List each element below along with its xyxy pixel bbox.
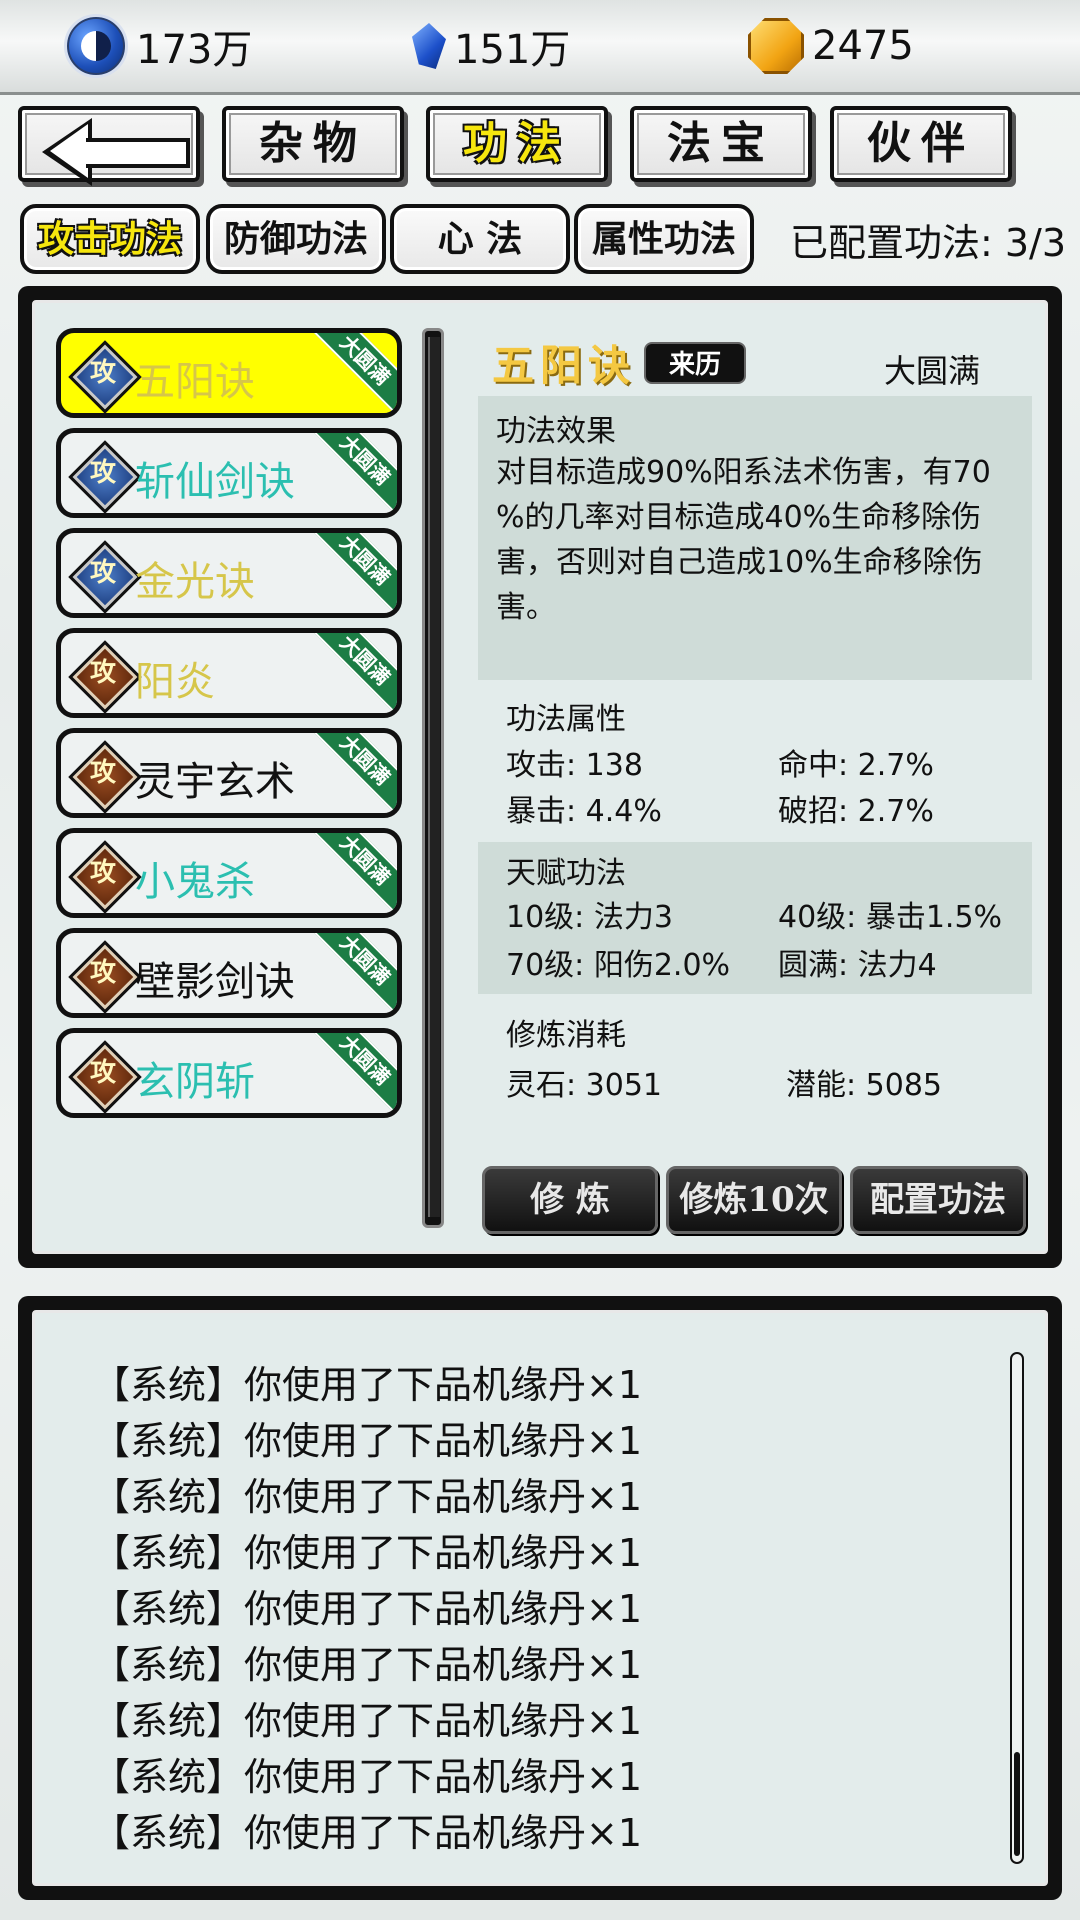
effect-line: 对目标造成90%阳系法术伤害，有70 (496, 455, 991, 490)
effect-text: 对目标造成90%阳系法术伤害，有70 %的几率对目标造成40%生命移除伤 害，否… (496, 450, 1014, 630)
log-line: 【系统】你使用了下品机缘丹×1 (92, 1419, 643, 1463)
taiji-icon (64, 14, 128, 78)
skill-list-item[interactable]: 攻阳炎 大圆满 (56, 628, 402, 718)
cost-potential: 潜能: 5085 (786, 1068, 942, 1103)
log-line: 【系统】你使用了下品机缘丹×1 (92, 1699, 643, 1743)
skill-name: 灵宇玄术 (135, 759, 295, 805)
equip-skill-button[interactable]: 配置功法 (850, 1166, 1026, 1234)
mastery-badge: 大圆满 (310, 1033, 397, 1113)
subtab-attack[interactable]: 攻击功法 (20, 204, 200, 274)
log-line: 【系统】你使用了下品机缘丹×1 (92, 1531, 643, 1575)
effect-heading: 功法效果 (496, 414, 616, 449)
attr-crit: 暴击: 4.4% (506, 794, 662, 829)
log-line: 【系统】你使用了下品机缘丹×1 (92, 1811, 643, 1855)
skill-level: 大圆满 (884, 352, 981, 390)
effect-section: 功法效果 对目标造成90%阳系法术伤害，有70 %的几率对目标造成40%生命移除… (478, 396, 1032, 680)
attack-icon-glyph: 攻 (89, 658, 116, 688)
log-line: 【系统】你使用了下品机缘丹×1 (92, 1363, 643, 1407)
spirit-value: 173万 (136, 27, 253, 73)
attack-icon-glyph: 攻 (89, 958, 116, 988)
back-arrow-icon-shaft (86, 138, 190, 168)
skill-list-item[interactable]: 攻灵宇玄术 大圆满 (56, 728, 402, 818)
crystal-resource: 151万 (412, 14, 570, 78)
effect-line: %的几率对目标造成40%生命移除伤 (496, 500, 982, 535)
subtab-attribute[interactable]: 属性功法 (574, 204, 754, 274)
log-line: 【系统】你使用了下品机缘丹×1 (92, 1643, 643, 1687)
configured-count: 已配置功法: 3/3 (790, 221, 1067, 265)
gold-ingot-icon (748, 18, 804, 74)
skill-list-item[interactable]: 攻金光诀 大圆满 (56, 528, 402, 618)
cost-section: 修炼消耗 灵石: 3051 潜能: 5085 (478, 1000, 1032, 1110)
log-line: 【系统】你使用了下品机缘丹×1 (92, 1475, 643, 1519)
skill-list-scroll-thumb[interactable] (428, 337, 440, 1217)
attack-icon-glyph: 攻 (89, 1058, 116, 1088)
mastery-badge: 大圆满 (310, 333, 397, 413)
talent-40: 40级: 暴击1.5% (778, 900, 1003, 935)
skill-name: 阳炎 (135, 659, 215, 705)
attr-attack: 攻击: 138 (506, 748, 643, 783)
back-button[interactable] (18, 106, 200, 186)
log-line: 【系统】你使用了下品机缘丹×1 (92, 1755, 643, 1799)
skill-name: 五阳诀 (135, 359, 255, 405)
skill-list-scrollbar[interactable] (422, 328, 444, 1228)
log-scrollbar[interactable] (1010, 1352, 1024, 1864)
blue-crystal-icon (412, 23, 446, 69)
attr-break: 破招: 2.7% (778, 794, 934, 829)
skill-list-item[interactable]: 攻五阳诀 大圆满 (56, 328, 402, 418)
talents-section: 天赋功法 10级: 法力3 40级: 暴击1.5% 70级: 阳伤2.0% 圆满… (478, 842, 1032, 994)
log-line: 【系统】你使用了下品机缘丹×1 (92, 1587, 643, 1631)
log-scroll-thumb[interactable] (1014, 1752, 1020, 1856)
skill-name: 金光诀 (135, 559, 255, 605)
crystal-value: 151万 (454, 27, 571, 73)
tab-treasures[interactable]: 法宝 (630, 106, 812, 182)
tab-skills[interactable]: 功法 (426, 106, 608, 182)
skill-name: 玄阴斩 (135, 1059, 255, 1105)
attack-icon-glyph: 攻 (89, 558, 116, 588)
talent-full: 圆满: 法力4 (778, 948, 937, 983)
talent-70: 70级: 阳伤2.0% (506, 948, 731, 983)
attributes-heading: 功法属性 (506, 702, 626, 737)
attack-icon-glyph: 攻 (89, 458, 116, 488)
gold-value: 2475 (812, 23, 914, 69)
mastery-badge: 大圆满 (310, 933, 397, 1013)
skill-name: 斩仙剑诀 (135, 459, 295, 505)
attack-icon-glyph: 攻 (89, 858, 116, 888)
attack-icon-glyph: 攻 (89, 358, 116, 388)
skill-list-item[interactable]: 攻斩仙剑诀 大圆满 (56, 428, 402, 518)
resource-bar: 173万 151万 2475 (0, 0, 1080, 95)
mastery-badge: 大圆满 (310, 433, 397, 513)
mastery-badge: 大圆满 (310, 733, 397, 813)
talents-heading: 天赋功法 (506, 856, 626, 891)
cost-spirit-stone: 灵石: 3051 (506, 1068, 662, 1103)
skill-list-item[interactable]: 攻壁影剑诀 大圆满 (56, 928, 402, 1018)
skill-list-item[interactable]: 攻玄阴斩 大圆满 (56, 1028, 402, 1118)
effect-line: 害。 (496, 590, 556, 625)
skill-list-item[interactable]: 攻小鬼杀 大圆满 (56, 828, 402, 918)
cultivate-10-button[interactable]: 修炼10次 (666, 1166, 842, 1234)
subtab-defense[interactable]: 防御功法 (206, 204, 386, 274)
cultivate-button[interactable]: 修 炼 (482, 1166, 658, 1234)
skill-name: 壁影剑诀 (135, 959, 295, 1005)
skill-name: 小鬼杀 (135, 859, 255, 905)
tab-misc[interactable]: 杂物 (222, 106, 404, 182)
mastery-badge: 大圆满 (310, 833, 397, 913)
tab-companions[interactable]: 伙伴 (830, 106, 1012, 182)
gold-resource: 2475 (748, 14, 914, 78)
attributes-section: 功法属性 攻击: 138 命中: 2.7% 暴击: 4.4% 破招: 2.7% (478, 690, 1032, 840)
mastery-badge: 大圆满 (310, 533, 397, 613)
mastery-badge: 大圆满 (310, 633, 397, 713)
talent-10: 10级: 法力3 (506, 900, 673, 935)
attack-icon-glyph: 攻 (89, 758, 116, 788)
origin-button[interactable]: 来历 (644, 342, 746, 384)
cost-heading: 修炼消耗 (506, 1018, 626, 1053)
effect-line: 害，否则对自己造成10%生命移除伤 (496, 545, 983, 580)
subtab-mind[interactable]: 心 法 (390, 204, 570, 274)
spirit-resource: 173万 (64, 14, 252, 78)
back-arrow-icon-fill (50, 124, 88, 178)
skill-title: 五阳诀 (492, 341, 637, 390)
attr-hit: 命中: 2.7% (778, 748, 934, 783)
